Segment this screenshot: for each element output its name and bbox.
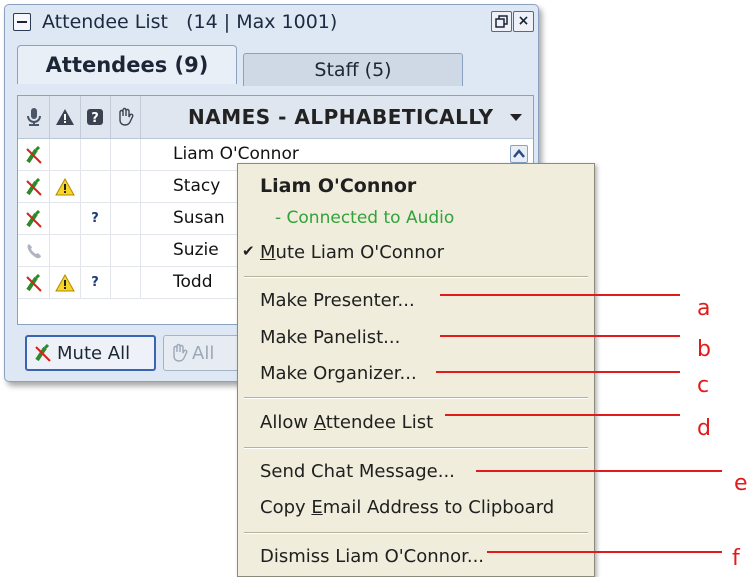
callout-label-e: e <box>734 471 748 496</box>
warning-icon <box>49 267 81 298</box>
attendee-context-menu: Liam O'Connor - Connected to Audio ✔ Mut… <box>237 163 595 577</box>
menu-item-dismiss[interactable]: Dismiss Liam O'Connor... <box>260 546 484 567</box>
mute-all-label: Mute All <box>57 342 131 364</box>
menu-separator <box>244 532 588 534</box>
lower-all-hands-button[interactable]: All <box>163 335 243 371</box>
attendee-name[interactable]: Stacy <box>169 171 220 202</box>
close-icon[interactable]: × <box>513 11 534 32</box>
audio-status: - Connected to Audio <box>275 208 455 228</box>
muted-mic-icon[interactable] <box>18 139 50 170</box>
panel-titlebar[interactable]: Attendee List (14 | Max 1001) × <box>5 5 538 39</box>
menu-item-make-panelist[interactable]: Make Panelist... <box>260 327 400 348</box>
menu-item-make-presenter[interactable]: Make Presenter... <box>260 290 415 311</box>
raised-hand-icon <box>173 343 188 362</box>
attendee-name[interactable]: Todd <box>169 267 212 298</box>
callout-line-e <box>476 470 722 472</box>
warning-icon[interactable] <box>49 96 81 138</box>
names-sort-header[interactable]: NAMES - ALPHABETICALLY <box>188 96 494 138</box>
callout-label-a: a <box>697 296 711 321</box>
muted-mic-icon[interactable] <box>18 203 50 234</box>
callout-line-d <box>445 414 680 416</box>
callout-label-b: b <box>697 337 711 362</box>
callout-line-f <box>487 551 722 553</box>
menu-separator <box>244 276 588 278</box>
phone-icon[interactable] <box>18 235 50 266</box>
scroll-up-button[interactable] <box>510 145 528 163</box>
question-icon: ? <box>80 203 111 234</box>
question-icon[interactable]: ? <box>80 96 111 138</box>
sort-dropdown-icon[interactable] <box>510 114 522 121</box>
muted-mic-icon[interactable] <box>18 267 50 298</box>
table-header: ? NAMES - ALPHABETICALLY <box>18 96 533 139</box>
tab-attendees[interactable]: Attendees (9) <box>17 45 237 84</box>
question-mark: ? <box>91 275 99 290</box>
menu-separator <box>244 447 588 449</box>
collapse-icon[interactable] <box>13 13 31 31</box>
muted-mic-icon <box>35 343 51 362</box>
restore-icon[interactable] <box>491 11 512 32</box>
callout-label-f: f <box>732 546 740 571</box>
all-label: All <box>192 342 215 364</box>
menu-item-make-organizer[interactable]: Make Organizer... <box>260 363 417 384</box>
attendee-name[interactable]: Susan <box>169 203 225 234</box>
menu-separator <box>244 397 588 399</box>
tab-staff[interactable]: Staff (5) <box>243 53 463 86</box>
attendee-name[interactable]: Suzie <box>169 235 219 266</box>
attendee-count: (14 | Max 1001) <box>186 11 338 33</box>
panel-title-text: Attendee List <box>42 11 168 33</box>
menu-title: Liam O'Connor <box>260 175 417 197</box>
menu-item-copy-email[interactable]: Copy Email Address to Clipboard <box>260 497 554 518</box>
callout-line-b <box>440 335 680 337</box>
mute-all-button[interactable]: Mute All <box>25 335 156 371</box>
check-icon: ✔ <box>242 242 255 260</box>
callout-line-c <box>436 371 680 373</box>
microphone-icon[interactable] <box>18 96 50 138</box>
muted-mic-icon[interactable] <box>18 171 50 202</box>
question-icon: ? <box>80 267 111 298</box>
question-mark: ? <box>91 211 99 226</box>
callout-label-c: c <box>697 373 710 398</box>
callout-line-a <box>440 294 680 296</box>
panel-title: Attendee List (14 | Max 1001) <box>42 11 337 33</box>
menu-item-mute[interactable]: Mute Liam O'Connor <box>260 242 444 263</box>
svg-text:?: ? <box>91 111 99 126</box>
raised-hand-icon[interactable] <box>110 96 141 138</box>
menu-item-send-chat[interactable]: Send Chat Message... <box>260 461 455 482</box>
warning-icon <box>49 171 81 202</box>
menu-item-allow-attendee-list[interactable]: Allow Attendee List <box>260 412 433 433</box>
callout-label-d: d <box>697 416 711 441</box>
